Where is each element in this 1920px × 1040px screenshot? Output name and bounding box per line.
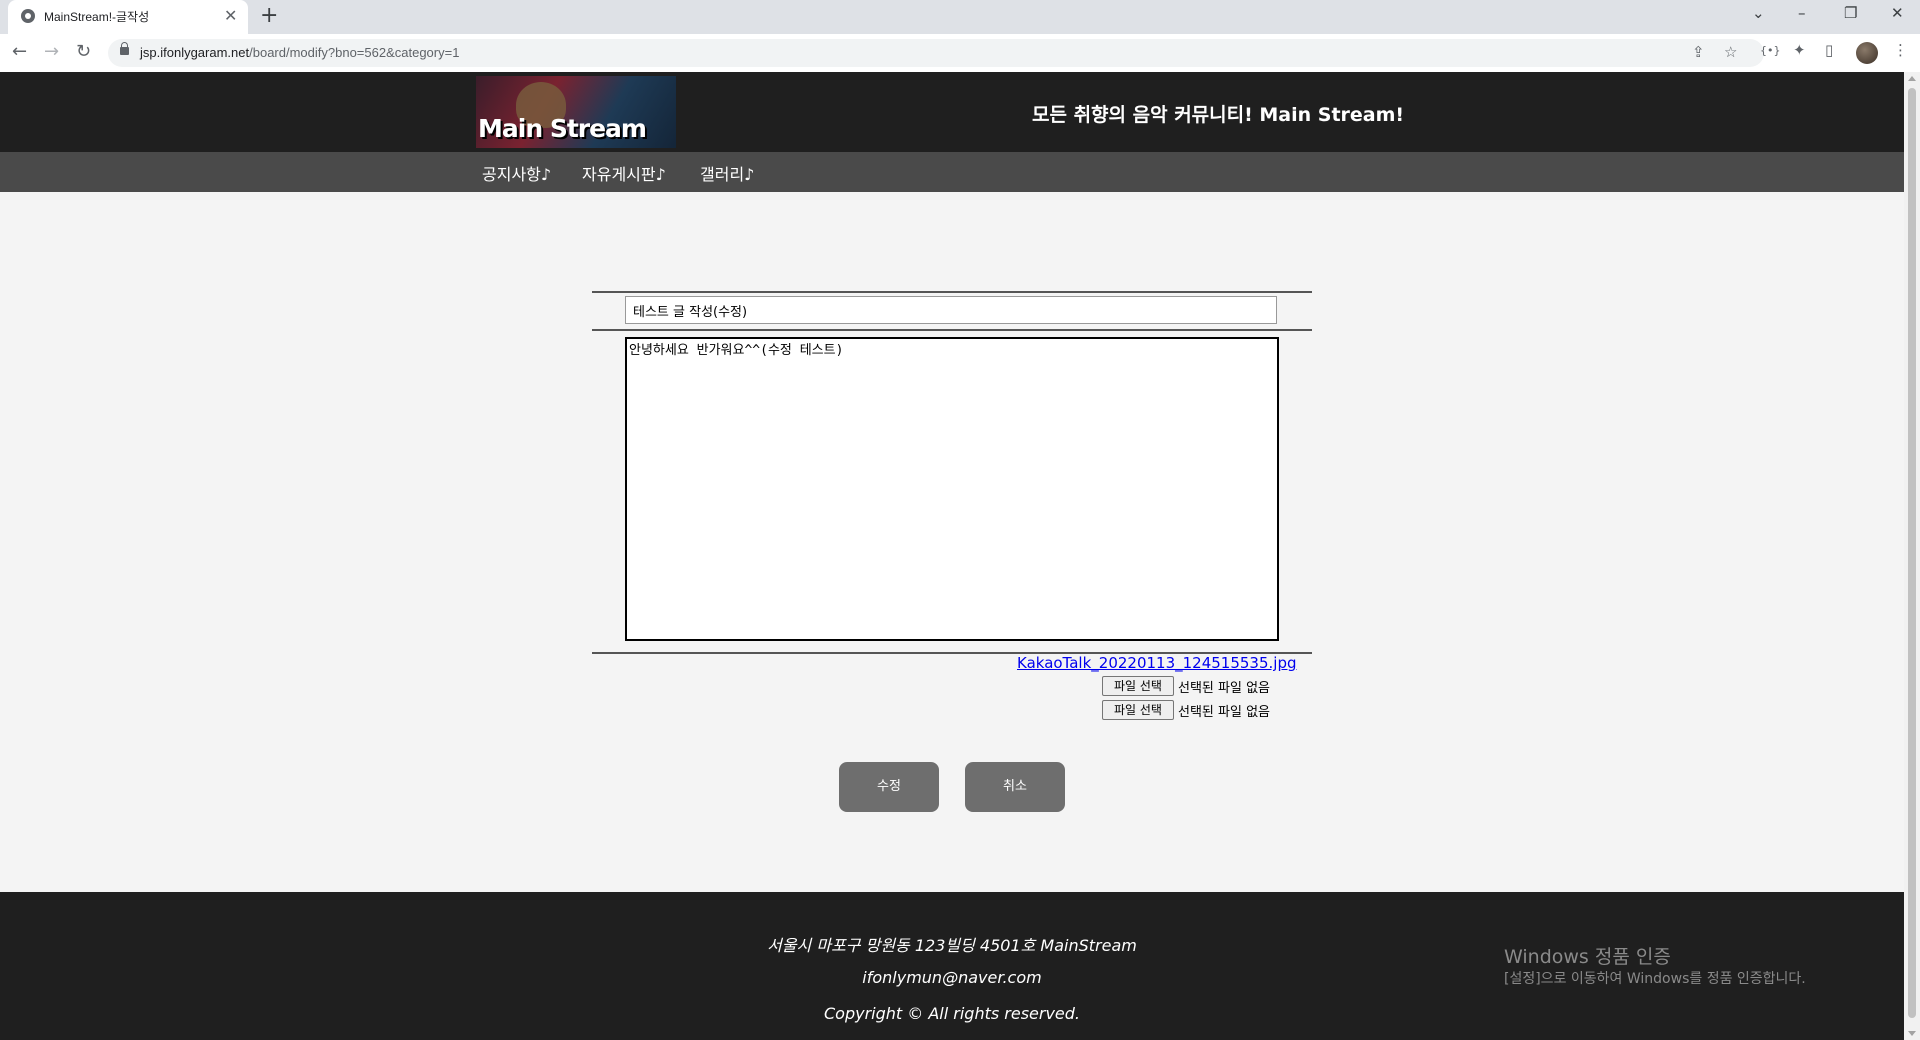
footer-copyright: Copyright © All rights reserved. xyxy=(823,1004,1081,1023)
scroll-down-arrow-icon[interactable] xyxy=(1908,1031,1916,1036)
browser-tab[interactable]: MainStream!-글작성 ✕ xyxy=(8,0,248,34)
scroll-up-arrow-icon[interactable] xyxy=(1908,76,1916,81)
page-scrollbar[interactable] xyxy=(1904,72,1920,1040)
extension-braces-icon[interactable]: {•} xyxy=(1760,44,1781,57)
nav-gallery[interactable]: 갤러리♪ xyxy=(700,161,754,185)
nav-free-board[interactable]: 자유게시판♪ xyxy=(582,161,666,185)
bookmark-star-icon[interactable]: ☆ xyxy=(1724,43,1737,61)
divider-top xyxy=(592,291,1312,293)
file-select-button[interactable]: 파일 선택 xyxy=(1102,676,1174,696)
browser-tab-strip: MainStream!-글작성 ✕ + ⌄ – ❐ ✕ xyxy=(0,0,1920,34)
tab-search-icon[interactable]: ⌄ xyxy=(1752,4,1765,22)
browser-toolbar: ← → ↻ jsp.ifonlygaram.net/board/modify?b… xyxy=(0,34,1920,73)
site-footer: 서울시 마포구 망원동 123빌딩 4501호 MainStream ifonl… xyxy=(0,892,1904,1040)
modify-button[interactable]: 수정 xyxy=(839,762,939,812)
menu-dots-icon[interactable]: ⋮ xyxy=(1893,41,1908,59)
cancel-button[interactable]: 취소 xyxy=(965,762,1065,812)
page-viewport: Main Stream 모든 취향의 음악 커뮤니티! Main Stream!… xyxy=(0,72,1904,1040)
side-panel-icon[interactable]: ▯ xyxy=(1825,41,1833,59)
file-status: 선택된 파일 없음 xyxy=(1178,705,1270,720)
address-bar[interactable]: jsp.ifonlygaram.net/board/modify?bno=562… xyxy=(108,39,1764,67)
forward-icon[interactable]: → xyxy=(44,41,59,62)
file-select-button[interactable]: 파일 선택 xyxy=(1102,700,1174,720)
puzzle-icon[interactable]: ✦ xyxy=(1793,41,1806,59)
site-logo[interactable]: Main Stream xyxy=(476,76,676,148)
close-window-button[interactable]: ✕ xyxy=(1891,4,1904,22)
reload-icon[interactable]: ↻ xyxy=(76,41,91,62)
close-tab-icon[interactable]: ✕ xyxy=(224,6,237,25)
url-path: /board/modify?bno=562&category=1 xyxy=(249,45,460,60)
url-host: jsp.ifonlygaram.net xyxy=(140,45,250,60)
divider-middle xyxy=(592,329,1312,331)
tab-title: MainStream!-글작성 xyxy=(44,10,150,24)
nav-notice[interactable]: 공지사항♪ xyxy=(482,161,551,185)
minimize-button[interactable]: – xyxy=(1798,4,1806,22)
back-icon[interactable]: ← xyxy=(12,41,27,62)
logo-text: Main Stream xyxy=(478,114,647,143)
attached-file-link[interactable]: KakaoTalk_20220113_124515535.jpg xyxy=(1017,654,1297,672)
lock-icon[interactable] xyxy=(120,42,129,55)
profile-avatar[interactable] xyxy=(1856,42,1878,64)
content-textarea[interactable]: 안녕하세요 반가워요^^(수정 테스트) xyxy=(625,337,1279,641)
activation-watermark-subtitle: [설정]으로 이동하여 Windows를 정품 인증합니다. xyxy=(1504,971,1806,987)
scroll-thumb[interactable] xyxy=(1908,88,1916,1018)
site-tagline: 모든 취향의 음악 커뮤니티! Main Stream! xyxy=(1032,104,1405,126)
restore-button[interactable]: ❐ xyxy=(1844,4,1857,22)
activation-watermark-title: Windows 정품 인증 xyxy=(1504,946,1671,968)
file-status: 선택된 파일 없음 xyxy=(1178,681,1270,696)
share-icon[interactable]: ⇪ xyxy=(1692,43,1705,61)
site-nav: 공지사항♪ 자유게시판♪ 갤러리♪ xyxy=(0,152,1904,192)
site-header: Main Stream 모든 취향의 음악 커뮤니티! Main Stream! xyxy=(0,72,1904,152)
globe-icon xyxy=(21,9,35,23)
url-text[interactable]: jsp.ifonlygaram.net/board/modify?bno=562… xyxy=(140,45,459,60)
title-input[interactable]: 테스트 글 작성(수정) xyxy=(625,296,1277,324)
new-tab-button[interactable]: + xyxy=(260,3,278,28)
